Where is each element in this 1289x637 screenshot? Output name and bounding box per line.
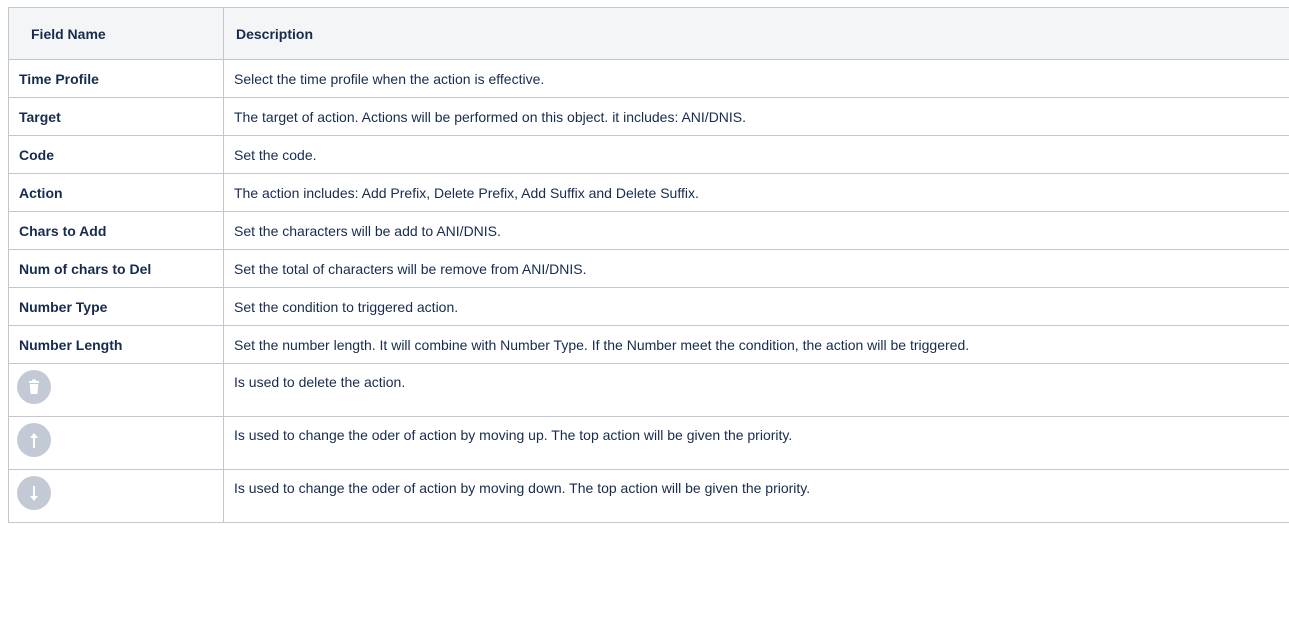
table-row: Target The target of action. Actions wil… (8, 97, 1289, 136)
delete-icon (17, 370, 51, 404)
table-header-row: Field Name Description (8, 7, 1289, 60)
description-cell: Set the code. (223, 135, 1289, 174)
table-row: Is used to change the oder of action by … (8, 469, 1289, 523)
field-name-cell: Num of chars to Del (8, 249, 224, 288)
field-description-table: Field Name Description Time Profile Sele… (8, 7, 1289, 523)
field-name-cell: Action (8, 173, 224, 212)
description-cell: Set the characters will be add to ANI/DN… (223, 211, 1289, 250)
arrow-down-icon (17, 476, 51, 510)
icon-cell (8, 363, 224, 417)
description-cell: Is used to delete the action. (223, 363, 1289, 417)
header-description: Description (223, 7, 1289, 60)
icon-cell (8, 416, 224, 470)
description-cell: Is used to change the oder of action by … (223, 416, 1289, 470)
description-cell: Set the number length. It will combine w… (223, 325, 1289, 364)
field-name-cell: Number Length (8, 325, 224, 364)
field-name-cell: Target (8, 97, 224, 136)
icon-cell (8, 469, 224, 523)
table-row: Action The action includes: Add Prefix, … (8, 173, 1289, 212)
table-row: Is used to change the oder of action by … (8, 416, 1289, 470)
field-name-cell: Code (8, 135, 224, 174)
description-cell: Set the total of characters will be remo… (223, 249, 1289, 288)
description-cell: Select the time profile when the action … (223, 59, 1289, 98)
table-row: Code Set the code. (8, 135, 1289, 174)
field-name-cell: Number Type (8, 287, 224, 326)
table-row: Time Profile Select the time profile whe… (8, 59, 1289, 98)
table-row: Number Type Set the condition to trigger… (8, 287, 1289, 326)
description-cell: Set the condition to triggered action. (223, 287, 1289, 326)
header-field-name: Field Name (8, 7, 224, 60)
description-cell: The action includes: Add Prefix, Delete … (223, 173, 1289, 212)
field-name-cell: Time Profile (8, 59, 224, 98)
table-row: Is used to delete the action. (8, 363, 1289, 417)
table-row: Number Length Set the number length. It … (8, 325, 1289, 364)
field-name-cell: Chars to Add (8, 211, 224, 250)
description-cell: Is used to change the oder of action by … (223, 469, 1289, 523)
description-cell: The target of action. Actions will be pe… (223, 97, 1289, 136)
table-row: Num of chars to Del Set the total of cha… (8, 249, 1289, 288)
table-row: Chars to Add Set the characters will be … (8, 211, 1289, 250)
arrow-up-icon (17, 423, 51, 457)
